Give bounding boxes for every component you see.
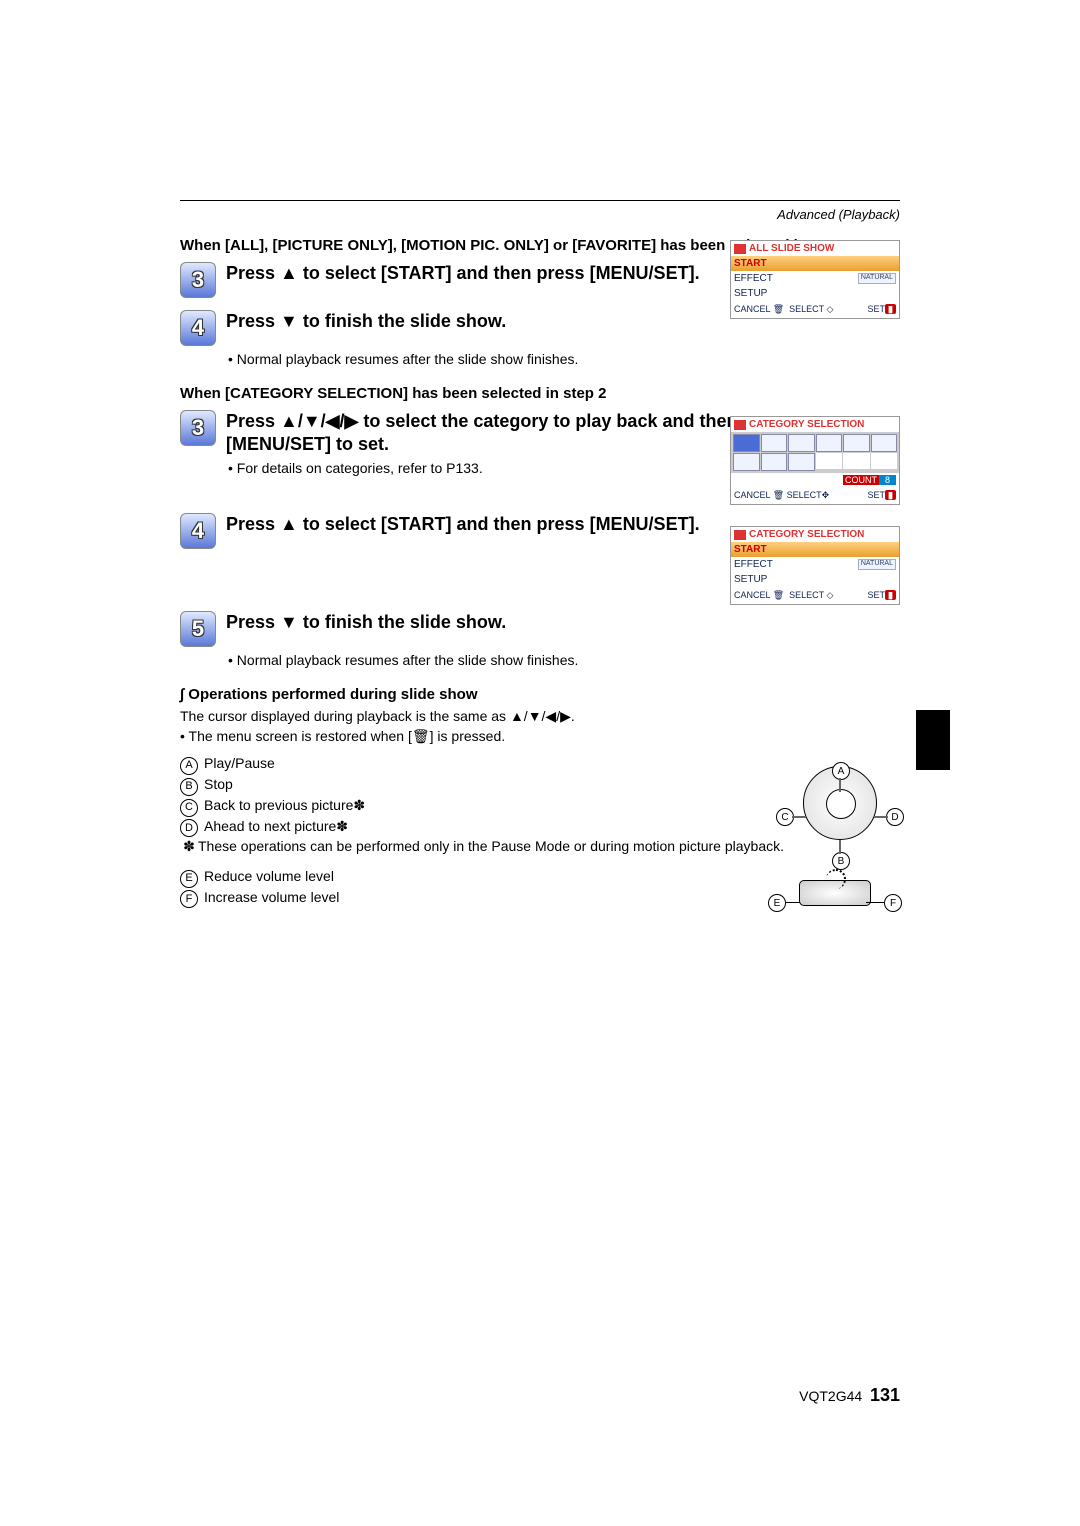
value-natural: NATURAL — [858, 273, 896, 284]
set-icon: ▮ — [885, 304, 896, 314]
menu-setup: SETUP — [734, 288, 767, 299]
asterisk-icon: ✽ — [180, 837, 198, 857]
menu-start: START — [731, 256, 899, 271]
label-a-icon: A — [832, 762, 850, 780]
step-number-icon: 4 — [180, 310, 216, 346]
set-icon: ▮ — [885, 590, 896, 600]
menu-setup: SETUP — [734, 574, 767, 585]
step-number-icon: 3 — [180, 262, 216, 298]
page-footer: VQT2G44 131 — [799, 1385, 900, 1406]
manual-page: Advanced (Playback) When [ALL], [PICTURE… — [0, 0, 1080, 1028]
operations-menu-note: • The menu screen is restored when [🗑] i… — [180, 727, 900, 747]
doc-code: VQT2G44 — [799, 1388, 862, 1404]
thumb-tab — [916, 710, 950, 770]
section-header: Advanced (Playback) — [180, 207, 900, 222]
label-d-icon: D — [180, 819, 198, 837]
page-number: 131 — [870, 1385, 900, 1405]
operations-heading: ∫ Operations performed during slide show — [180, 686, 900, 703]
zoom-lever-diagram: E F — [770, 870, 900, 920]
step-note: Normal playback resumes after the slide … — [228, 350, 900, 370]
screenshot-all-slideshow: ALL SLIDE SHOW START EFFECTNATURAL SETUP… — [730, 240, 900, 319]
screenshot-category-start: CATEGORY SELECTION START EFFECTNATURAL S… — [730, 526, 900, 605]
label-c-icon: C — [180, 799, 198, 817]
label-d-icon: D — [886, 808, 904, 826]
operations-desc: The cursor displayed during playback is … — [180, 707, 900, 727]
category-icon — [734, 530, 746, 540]
menu-effect: EFFECT — [734, 273, 773, 284]
step-instruction: Press ▼ to finish the slide show. — [226, 611, 900, 634]
step-number-icon: 3 — [180, 410, 216, 446]
step-5: 5 Press ▼ to finish the slide show. — [180, 611, 900, 647]
step-note: Normal playback resumes after the slide … — [228, 651, 900, 671]
menu-effect: EFFECT — [734, 559, 773, 570]
menu-start: START — [731, 542, 899, 557]
step-number-icon: 4 — [180, 513, 216, 549]
label-e-icon: E — [768, 894, 786, 912]
rule — [180, 200, 900, 201]
category-grid — [731, 432, 899, 473]
zoom-lever-icon — [799, 880, 871, 906]
label-e-icon: E — [180, 870, 198, 888]
value-natural: NATURAL — [858, 559, 896, 570]
label-b-icon: B — [180, 778, 198, 796]
set-icon: ▮ — [885, 490, 896, 500]
step-number-icon: 5 — [180, 611, 216, 647]
label-b-icon: B — [832, 852, 850, 870]
condition-category-selected: When [CATEGORY SELECTION] has been selec… — [180, 384, 900, 404]
label-a-icon: A — [180, 757, 198, 775]
label-f-icon: F — [180, 890, 198, 908]
label-f-icon: F — [884, 894, 902, 912]
screenshot-category-selection: CATEGORY SELECTION COUNT8 CANCEL 🗑 SELEC… — [730, 416, 900, 505]
slideshow-icon — [734, 244, 746, 254]
dpad-diagram: A B C D — [780, 752, 900, 866]
category-icon — [734, 420, 746, 430]
